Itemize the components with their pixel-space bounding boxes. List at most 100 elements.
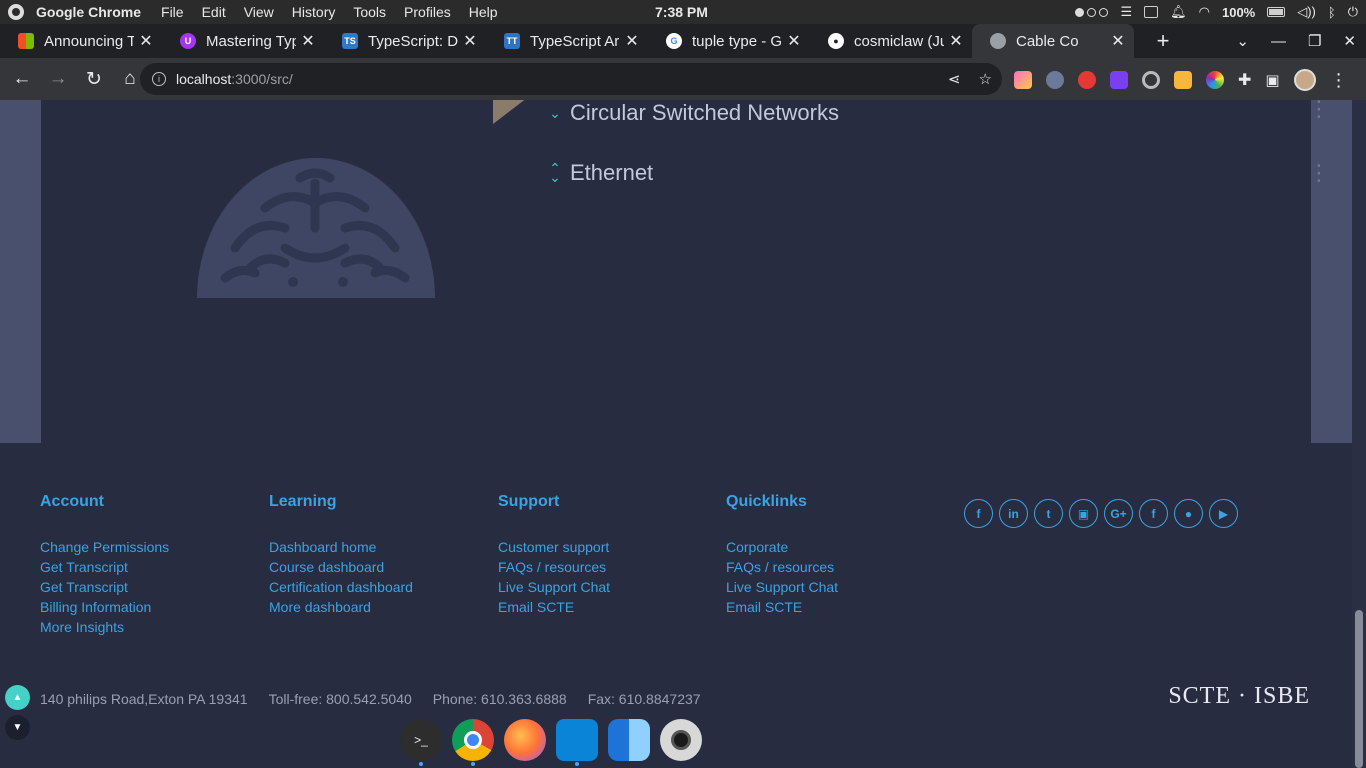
camera-icon[interactable] bbox=[660, 719, 702, 761]
footer-link[interactable]: More dashboard bbox=[269, 597, 413, 617]
footer-link[interactable]: FAQs / resources bbox=[498, 557, 610, 577]
footer-link[interactable]: Change Permissions bbox=[40, 537, 169, 557]
footer-link[interactable]: Corporate bbox=[726, 537, 838, 557]
twitter-icon[interactable]: t bbox=[1034, 499, 1063, 528]
menu-help[interactable]: Help bbox=[469, 4, 498, 20]
footer-link[interactable]: More Insights bbox=[40, 617, 169, 637]
menu-edit[interactable]: Edit bbox=[202, 4, 226, 20]
reload-button[interactable]: ↻ bbox=[78, 63, 110, 95]
close-icon[interactable]: ✕ bbox=[786, 31, 802, 51]
extension-color-icon[interactable] bbox=[1206, 71, 1224, 89]
footer-link[interactable]: Email SCTE bbox=[498, 597, 610, 617]
finder-icon[interactable] bbox=[608, 719, 650, 761]
menu-tools[interactable]: Tools bbox=[353, 4, 386, 20]
apple-icon[interactable]: ● bbox=[1174, 499, 1203, 528]
chevron-up-down-icon[interactable]: ⌃ ⌄ bbox=[546, 161, 564, 184]
browser-menu-icon[interactable]: ⋮ bbox=[1330, 70, 1348, 91]
more-vert-icon[interactable]: ⋮ bbox=[1308, 162, 1330, 184]
youtube-icon[interactable]: ▣ bbox=[1069, 499, 1098, 528]
window-close-icon[interactable]: ✕ bbox=[1343, 32, 1356, 50]
footer-link[interactable]: Email SCTE bbox=[726, 597, 838, 617]
address-bar[interactable]: i localhost:3000/src/ ⋖ ☆ bbox=[140, 63, 1002, 95]
side-panel-icon[interactable]: ▣ bbox=[1265, 71, 1279, 89]
minimize-icon[interactable]: — bbox=[1271, 33, 1286, 50]
footer-link[interactable]: Live Support Chat bbox=[726, 577, 838, 597]
extension-red-icon[interactable] bbox=[1078, 71, 1096, 89]
google-plus-icon[interactable]: G+ bbox=[1104, 499, 1133, 528]
page-scrollbar[interactable] bbox=[1352, 100, 1366, 768]
close-icon[interactable]: ✕ bbox=[948, 31, 964, 51]
share-icon[interactable]: ⋖ bbox=[948, 70, 961, 88]
footer-link[interactable]: Customer support bbox=[498, 537, 610, 557]
profile-avatar[interactable] bbox=[1293, 69, 1316, 91]
bell-icon[interactable]: 🔔︎ bbox=[1170, 4, 1187, 20]
tab-typescript-docs[interactable]: TS TypeScript: Do ✕ bbox=[324, 24, 486, 58]
chrome-icon[interactable] bbox=[452, 719, 494, 766]
back-button[interactable]: ← bbox=[6, 63, 38, 95]
workspace-dots-icon[interactable] bbox=[1075, 7, 1109, 17]
volume-icon[interactable]: ◁)) bbox=[1297, 4, 1316, 20]
extension-gradient-icon[interactable] bbox=[1014, 71, 1032, 89]
scroll-down-button[interactable]: ▼ bbox=[5, 715, 30, 740]
extension-target-icon[interactable] bbox=[1142, 71, 1160, 89]
facebook-icon[interactable]: f bbox=[964, 499, 993, 528]
menu-file[interactable]: File bbox=[161, 4, 184, 20]
tab-google-search[interactable]: G tuple type - Go ✕ bbox=[648, 24, 810, 58]
close-icon[interactable]: ✕ bbox=[624, 31, 640, 51]
more-vert-icon[interactable]: ⋮ bbox=[1308, 100, 1330, 120]
menu-view[interactable]: View bbox=[244, 4, 274, 20]
forward-button[interactable]: → bbox=[42, 63, 74, 95]
footer-link[interactable]: Certification dashboard bbox=[269, 577, 413, 597]
scroll-up-button[interactable]: ▲ bbox=[5, 685, 30, 710]
extension-glasses-icon[interactable] bbox=[1046, 71, 1064, 89]
close-icon[interactable]: ✕ bbox=[462, 31, 478, 51]
footer-link[interactable]: Live Support Chat bbox=[498, 577, 610, 597]
close-icon[interactable]: ✕ bbox=[300, 31, 316, 51]
accordion-item-ethernet[interactable]: ⌃ ⌄ Ethernet ⋮ bbox=[546, 160, 1330, 186]
extensions-puzzle-icon[interactable]: ✚ bbox=[1238, 70, 1251, 90]
battery-icon[interactable] bbox=[1267, 7, 1286, 17]
restore-icon[interactable]: ❐ bbox=[1308, 32, 1321, 50]
bookmark-star-icon[interactable]: ☆ bbox=[979, 70, 992, 88]
browser-toolbar: ← → ↻ ⌂ i localhost:3000/src/ ⋖ ☆ ✚ ▣ ⋮ bbox=[0, 58, 1366, 100]
folder-icon[interactable] bbox=[1144, 6, 1159, 18]
extension-note-icon[interactable] bbox=[1174, 71, 1192, 89]
google-play-icon[interactable]: ▶ bbox=[1209, 499, 1238, 528]
tab-announcing[interactable]: Announcing Ty ✕ bbox=[0, 24, 162, 58]
tab-typescript-arrays[interactable]: TT TypeScript Arr ✕ bbox=[486, 24, 648, 58]
linkedin-icon[interactable]: in bbox=[999, 499, 1028, 528]
new-tab-button[interactable]: + bbox=[1148, 28, 1178, 54]
tab-mastering[interactable]: U Mastering Type ✕ bbox=[162, 24, 324, 58]
close-icon[interactable]: ✕ bbox=[138, 31, 154, 51]
tab-cable-co[interactable]: Cable Co ✕ bbox=[972, 24, 1134, 58]
bluetooth-icon[interactable]: ᛒ bbox=[1328, 5, 1336, 20]
accordion-item-circular-switched-networks[interactable]: ⌄ Circular Switched Networks ⋮ bbox=[546, 100, 1330, 126]
list-icon[interactable]: ☰ bbox=[1120, 4, 1132, 20]
menu-profiles[interactable]: Profiles bbox=[404, 4, 451, 20]
footer-link[interactable]: Get Transcript bbox=[40, 577, 169, 597]
footer-link[interactable]: Get Transcript bbox=[40, 557, 169, 577]
extension-v-icon[interactable] bbox=[1110, 71, 1128, 89]
tab-github[interactable]: ● cosmiclaw (Ju ✕ bbox=[810, 24, 972, 58]
vscode-icon[interactable] bbox=[556, 719, 598, 766]
footer-link[interactable]: Billing Information bbox=[40, 597, 169, 617]
footer-link[interactable]: Course dashboard bbox=[269, 557, 413, 577]
os-logo-icon[interactable] bbox=[8, 4, 24, 20]
close-icon[interactable]: ✕ bbox=[1110, 31, 1126, 51]
power-icon[interactable]: ⏻ bbox=[1348, 4, 1358, 20]
site-info-icon[interactable]: i bbox=[152, 72, 166, 86]
menubar-clock[interactable]: 7:38 PM bbox=[655, 4, 708, 20]
chevron-down-icon[interactable]: ⌄ bbox=[546, 106, 564, 120]
brand-logo[interactable]: SCTE · ISBE bbox=[1168, 683, 1310, 710]
tab-search-icon[interactable]: ⌄ bbox=[1236, 32, 1249, 50]
menu-history[interactable]: History bbox=[292, 4, 336, 20]
wifi-icon[interactable]: ◠ bbox=[1199, 4, 1210, 20]
footer-link[interactable]: FAQs / resources bbox=[726, 557, 838, 577]
footer-link[interactable]: Dashboard home bbox=[269, 537, 413, 557]
firefox-icon[interactable] bbox=[504, 719, 546, 761]
scrollbar-thumb[interactable] bbox=[1355, 610, 1363, 768]
footer-column-support: Support Customer support FAQs / resource… bbox=[498, 493, 610, 617]
terminal-icon[interactable]: >_ bbox=[400, 719, 442, 766]
menubar-app-name[interactable]: Google Chrome bbox=[36, 4, 141, 20]
facebook-icon[interactable]: f bbox=[1139, 499, 1168, 528]
